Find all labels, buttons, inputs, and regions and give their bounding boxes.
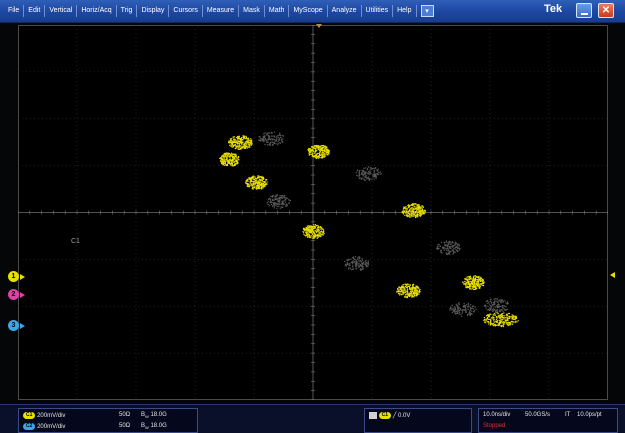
waveform-cluster [245,175,268,190]
minimize-button[interactable] [576,3,592,18]
persistence-cluster [344,256,370,271]
close-button[interactable]: ✕ [598,3,614,18]
waveform-cluster [401,203,426,219]
trigger-level: 0.0V [398,413,411,420]
menu-trig[interactable]: Trig [117,5,138,17]
ch2-scale: 200mV/div [37,424,66,431]
ch1-marker-icon[interactable]: 1 [8,271,19,282]
menu-mask[interactable]: Mask [239,5,265,17]
ch1-arrow-icon [20,274,25,280]
ch3-marker-icon[interactable]: 3 [8,320,19,331]
rising-edge-icon: ╱ [392,413,397,420]
waveform-cluster [462,275,485,290]
sample-rate: 50.0GS/s [525,412,551,418]
ch2-marker-icon[interactable]: 2 [8,289,19,300]
trigger-level-icon[interactable] [610,272,615,278]
ch2-arrow-icon [20,292,25,298]
cursor-marker-label: C1 [71,238,80,245]
menu-bar: File Edit Vertical Horiz/Acq Trig Displa… [0,0,625,23]
trigger-source-badge: C1 [378,412,392,419]
record-resolution: 10.0ps/pt [577,412,602,418]
menu-display[interactable]: Display [137,5,170,17]
persistence-cluster [436,240,461,256]
waveform-cluster [483,312,519,328]
acquisition-state: Stopped [483,423,506,429]
horizontal-scale: 10.0ns/div [483,412,511,418]
brand-logo: Tek [544,3,563,15]
persistence-cluster [266,194,291,209]
ch2-impedance: 50Ω [119,423,131,429]
trigger-readout-panel[interactable]: C1 ╱ 0.0V [364,408,472,433]
waveform-cluster [219,152,240,167]
ch2-badge: C2 [23,423,36,430]
menu-horiz-acq[interactable]: Horiz/Acq [77,5,117,17]
waveform-display[interactable]: C1 [18,25,608,400]
menu-help[interactable]: Help [393,5,417,17]
menu-measure[interactable]: Measure [203,5,240,17]
graticule [18,25,608,400]
persistence-cluster [449,302,477,317]
ch1-scale: 200mV/div [37,413,66,420]
ch3-arrow-icon [20,323,25,329]
menu-myscope[interactable]: MyScope [289,5,328,17]
ch2-bandwidth: 18.0G [150,423,167,429]
menu-edit[interactable]: Edit [24,5,46,17]
menu-items: File Edit Vertical Horiz/Acq Trig Displa… [4,0,434,22]
menu-vertical[interactable]: Vertical [45,5,78,17]
channel-readout-panel[interactable]: C1 200mV/div 50Ω BW 18.0G C2 200mV/div 5… [18,408,198,433]
status-bar: C1 200mV/div 50Ω BW 18.0G C2 200mV/div 5… [0,404,625,433]
ch1-bandwidth: 18.0G [150,412,167,418]
persistence-cluster [258,131,285,146]
waveform-cluster [396,283,421,299]
timebase-readout-panel[interactable]: 10.0ns/div 50.0GS/s IT 10.0ps/pt Stopped [478,408,618,433]
ch1-impedance: 50Ω [119,412,131,418]
menu-cursors[interactable]: Cursors [169,5,203,17]
menu-math[interactable]: Math [265,5,290,17]
persistence-cluster [483,298,509,313]
waveform-cluster [307,144,330,159]
waveform-cluster [228,135,253,150]
waveform-cluster [302,224,325,239]
menu-analyze[interactable]: Analyze [328,5,362,17]
menu-file[interactable]: File [4,5,25,17]
ch1-badge: C1 [23,412,36,419]
menu-utilities[interactable]: Utilities [362,5,394,17]
trigger-mode-icon [369,412,377,419]
persistence-cluster [355,166,383,181]
interpolation-mode: IT [565,412,571,418]
menu-dropdown-icon[interactable]: ▾ [420,5,434,17]
trigger-position-icon [316,24,322,28]
